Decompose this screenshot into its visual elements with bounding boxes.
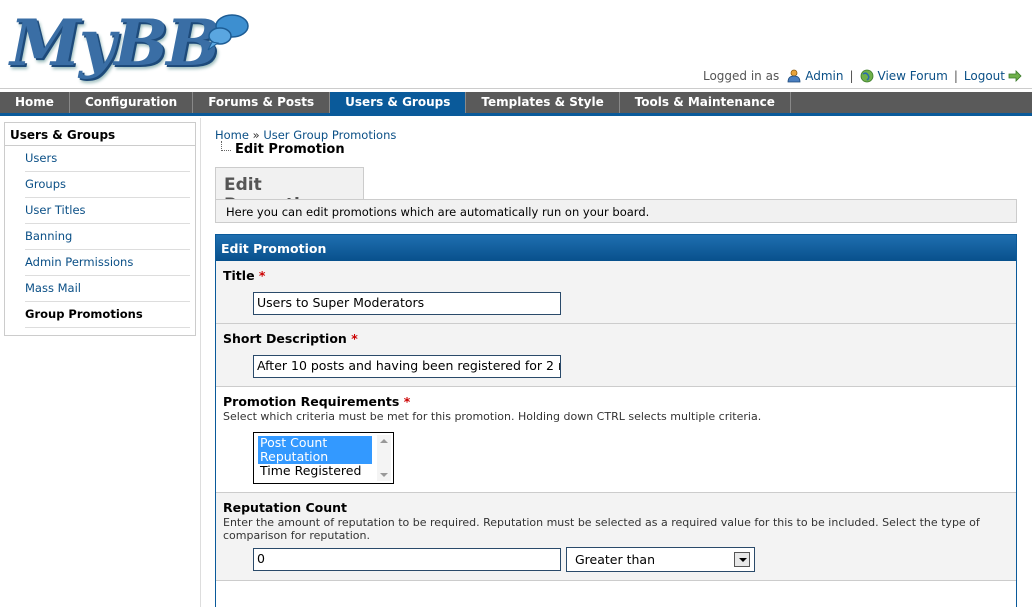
requirements-label-text: Promotion Requirements [223, 394, 400, 409]
speech-bubble-icon [207, 14, 249, 51]
title-label-text: Title [223, 268, 255, 283]
main-menu: Home Configuration Forums & Posts Users … [0, 92, 1032, 116]
logo-text: MyBB [10, 6, 220, 81]
globe-icon [860, 69, 873, 83]
reputation-comparison-select[interactable]: Greater than [566, 547, 755, 572]
scroll-down-icon[interactable] [380, 473, 388, 477]
scrollbar[interactable] [377, 435, 391, 481]
breadcrumb-current: Edit Promotion [221, 140, 345, 157]
reputation-count-row: Reputation Count Enter the amount of rep… [216, 493, 1016, 581]
logout-link[interactable]: Logout [964, 69, 1005, 83]
required-mark: * [351, 331, 358, 346]
sidebar-divider [200, 118, 201, 607]
required-mark: * [403, 394, 411, 409]
arrow-right-icon [1008, 70, 1022, 82]
page-title-tab: Edit Promotion [215, 167, 364, 215]
comparison-selected: Greater than [575, 552, 656, 567]
promotion-requirements-row: Promotion Requirements * Select which cr… [216, 387, 1016, 493]
requirements-multiselect[interactable]: Post Count Reputation Time Registered [253, 432, 394, 484]
mybb-logo[interactable]: MyBB [10, 4, 250, 84]
separator: | [849, 69, 854, 83]
short-description-row: Short Description * After 10 posts and h… [216, 324, 1016, 387]
form-heading: Edit Promotion [216, 235, 1016, 261]
admin-user-link[interactable]: Admin [805, 69, 843, 83]
title-label: Title * [223, 268, 1009, 283]
separator: | [953, 69, 958, 83]
option-reputation[interactable]: Reputation [258, 450, 372, 464]
sidebar-item-groups[interactable]: Groups [25, 172, 190, 198]
chevron-down-icon[interactable] [734, 552, 750, 567]
title-row: Title * Users to Super Moderators [216, 261, 1016, 324]
breadcrumb-current-label: Edit Promotion [235, 142, 345, 157]
breadcrumb: Home » User Group Promotions [215, 128, 396, 142]
breadcrumb-arrow: » [252, 128, 260, 142]
sidebar-item-admin-permissions[interactable]: Admin Permissions [25, 250, 190, 276]
breadcrumb-parent[interactable]: User Group Promotions [263, 128, 396, 142]
sidebar-item-group-promotions[interactable]: Group Promotions [25, 302, 190, 328]
menu-tools-maintenance[interactable]: Tools & Maintenance [620, 92, 791, 113]
scroll-up-icon[interactable] [380, 439, 388, 443]
reputation-count-input[interactable]: 0 [253, 548, 561, 571]
sidebar-item-user-titles[interactable]: User Titles [25, 198, 190, 224]
header-divider [0, 88, 1032, 89]
edit-promotion-form: Edit Promotion Title * Users to Super Mo… [215, 234, 1017, 607]
option-time-registered[interactable]: Time Registered [258, 464, 372, 478]
user-bar: Logged in as Admin | View Forum | Logout [703, 69, 1022, 83]
requirements-label: Promotion Requirements * [223, 394, 1009, 409]
menu-home[interactable]: Home [0, 92, 70, 113]
menu-forums-posts[interactable]: Forums & Posts [193, 92, 331, 113]
short-description-label-text: Short Description [223, 331, 347, 346]
menu-configuration[interactable]: Configuration [70, 92, 194, 113]
title-input[interactable]: Users to Super Moderators [253, 292, 561, 315]
menu-templates-style[interactable]: Templates & Style [466, 92, 620, 113]
required-mark: * [258, 268, 266, 283]
logged-in-label: Logged in as [702, 69, 780, 83]
admin-header: MyBB Logged in as Admin | View Forum | L… [0, 0, 1032, 92]
short-description-label: Short Description * [223, 331, 1009, 346]
option-post-count[interactable]: Post Count [258, 436, 372, 450]
tree-connector [221, 140, 231, 151]
sidebar-item-banning[interactable]: Banning [25, 224, 190, 250]
reputation-label: Reputation Count [223, 500, 347, 515]
requirements-description: Select which criteria must be met for th… [223, 410, 762, 423]
menu-users-groups[interactable]: Users & Groups [330, 92, 467, 113]
view-forum-link[interactable]: View Forum [878, 69, 948, 83]
reputation-description: Enter the amount of reputation to be req… [223, 516, 980, 542]
sidebar-title: Users & Groups [5, 123, 195, 146]
short-description-input[interactable]: After 10 posts and having been registere… [253, 355, 561, 378]
sidebar-item-users[interactable]: Users [25, 146, 190, 172]
sidebar: Users & Groups Users Groups User Titles … [4, 122, 196, 336]
sidebar-item-mass-mail[interactable]: Mass Mail [25, 276, 190, 302]
user-icon [787, 69, 801, 83]
page-description: Here you can edit promotions which are a… [215, 199, 1017, 223]
